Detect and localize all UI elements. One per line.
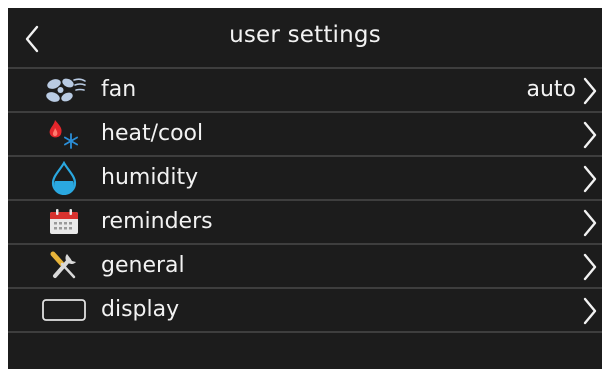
settings-row-label: general <box>101 253 185 278</box>
settings-row-general[interactable]: general <box>8 245 602 287</box>
water-drop-icon <box>40 161 88 195</box>
calendar-icon <box>40 206 88 238</box>
settings-row-label: fan <box>101 77 137 102</box>
fan-mode-value: auto <box>526 77 576 102</box>
header: user settings <box>8 8 602 68</box>
chevron-right-icon <box>583 297 597 325</box>
page-title: user settings <box>229 22 381 48</box>
divider <box>8 331 602 333</box>
display-icon <box>40 294 88 326</box>
settings-row-reminders[interactable]: reminders <box>8 201 602 243</box>
tools-icon <box>40 250 88 282</box>
thermostat-screen: user settings fan auto heat/cool humidit… <box>8 8 602 369</box>
chevron-right-icon <box>583 121 597 149</box>
heat-cool-icon <box>40 118 88 150</box>
fan-icon <box>40 74 88 106</box>
settings-row-label: heat/cool <box>101 121 204 146</box>
chevron-right-icon <box>583 253 597 281</box>
settings-row-display[interactable]: display <box>8 289 602 331</box>
chevron-right-icon <box>583 165 597 193</box>
settings-row-heat-cool[interactable]: heat/cool <box>8 113 602 155</box>
settings-row-label: display <box>101 297 180 322</box>
settings-row-fan[interactable]: fan auto <box>8 69 602 111</box>
settings-row-humidity[interactable]: humidity <box>8 157 602 199</box>
settings-row-label: humidity <box>101 165 199 190</box>
chevron-right-icon <box>583 209 597 237</box>
settings-row-label: reminders <box>101 209 213 234</box>
chevron-right-icon <box>583 77 597 105</box>
